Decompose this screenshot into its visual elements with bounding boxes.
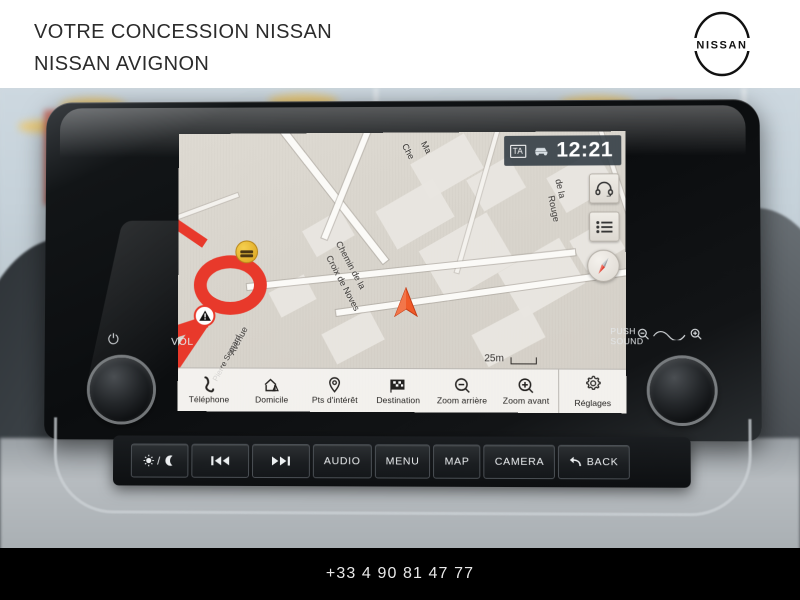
menu-item-points-of-interest[interactable]: Pts d'intérêt (303, 369, 366, 412)
previous-track-button[interactable] (191, 443, 250, 478)
nissan-logo: NISSAN (688, 11, 756, 77)
infotainment-head-unit: Chemin de la Croix de Noves Avenue Pierr… (44, 99, 763, 522)
menu-item-label: Destination (376, 394, 421, 405)
menu-item-zoom-in[interactable]: Zoom avant (494, 369, 558, 413)
map-button[interactable]: MAP (433, 444, 481, 479)
dealer-name-block: VOTRE CONCESSION NISSAN NISSAN AVIGNON (34, 18, 332, 78)
zoom-out-icon (454, 377, 470, 394)
headset-icon[interactable] (588, 173, 620, 204)
ta-badge: TA (509, 144, 527, 158)
hardware-buttons: / AUDIO MENU MAP CAMERA BACK (130, 443, 673, 480)
audio-button[interactable]: AUDIO (312, 444, 372, 479)
restaurant-poi-icon[interactable] (235, 240, 259, 264)
zoom-in-icon (518, 377, 534, 394)
svg-text:/: / (157, 456, 161, 468)
knob-rotation-arrows (653, 328, 687, 340)
list-icon[interactable] (589, 211, 620, 242)
previous-track-icon (211, 456, 230, 466)
zoom-in-icon (690, 328, 702, 340)
menu-item-label: Pts d'intérêt (311, 394, 358, 405)
menu-item-label: Zoom arrière (436, 394, 488, 406)
map-pin-icon (328, 376, 341, 393)
menu-item-label: Zoom avant (502, 395, 550, 406)
dealer-header: VOTRE CONCESSION NISSAN NISSAN AVIGNON N… (0, 0, 800, 88)
zoom-out-icon (637, 328, 649, 340)
menu-item-label: Domicile (255, 394, 289, 405)
map-menu-bar: Téléphone Domicile Pts d'intérêt Destina… (177, 367, 627, 414)
phone-icon (202, 376, 216, 393)
car-traffic-icon (533, 144, 549, 158)
tune-sound-knob[interactable] (649, 358, 715, 424)
menu-item-zoom-out[interactable]: Zoom arrière (430, 369, 494, 412)
menu-item-label: Téléphone (188, 393, 230, 404)
back-button-label: BACK (586, 456, 619, 469)
navigation-map[interactable]: Chemin de la Croix de Noves Avenue Pierr… (177, 131, 627, 414)
menu-item-domicile[interactable]: Domicile (240, 369, 303, 412)
menu-item-telephone[interactable]: Téléphone (178, 368, 241, 411)
next-track-button[interactable] (251, 443, 310, 479)
screenshot-root: VOTRE CONCESSION NISSAN NISSAN AVIGNON N… (0, 0, 800, 600)
map-scale: 25m (484, 353, 538, 365)
home-icon (263, 376, 280, 393)
status-bar: TA 12:21 (503, 135, 622, 166)
knob-zoom-icons (637, 328, 702, 340)
volume-label: VOL (171, 335, 194, 348)
menu-item-label: Réglages (574, 397, 612, 409)
back-arrow-icon (570, 456, 583, 468)
next-track-icon (271, 456, 290, 466)
dealer-subline: NISSAN AVIGNON (34, 53, 210, 75)
map-menu-group: Téléphone Domicile Pts d'intérêt Destina… (178, 368, 559, 413)
brightness-day-night-button[interactable]: / (130, 443, 189, 478)
back-button[interactable]: BACK (558, 444, 630, 480)
footer-bar: +33 4 90 81 47 77 (0, 548, 800, 600)
map-scale-value: 25m (484, 353, 504, 365)
menu-item-destination[interactable]: Destination (366, 369, 430, 412)
power-icon: ⏻ (107, 330, 119, 347)
dealer-phone: +33 4 90 81 47 77 (325, 565, 475, 582)
map-scale-bar (511, 357, 538, 365)
nissan-logo-text: NISSAN (696, 40, 747, 52)
dealer-headline: VOTRE CONCESSION NISSAN (34, 21, 333, 43)
push-sound-line1: PUSH (610, 326, 636, 337)
vehicle-interior-photo: Chemin de la Croix de Noves Avenue Pierr… (0, 88, 800, 548)
vehicle-position-arrow (394, 287, 418, 318)
menu-button[interactable]: MENU (374, 444, 431, 479)
infotainment-screen[interactable]: Chemin de la Croix de Noves Avenue Pierr… (177, 131, 627, 414)
brightness-day-night-icon: / (143, 454, 173, 468)
volume-knob[interactable] (89, 357, 154, 422)
clock: 12:21 (556, 138, 614, 162)
menu-item-settings[interactable]: Réglages (559, 375, 626, 409)
camera-button[interactable]: CAMERA (483, 444, 556, 480)
checkered-flag-icon (389, 377, 407, 394)
traffic-warning-icon[interactable] (193, 304, 216, 327)
compass-icon[interactable] (587, 249, 620, 282)
gear-icon (584, 375, 601, 397)
